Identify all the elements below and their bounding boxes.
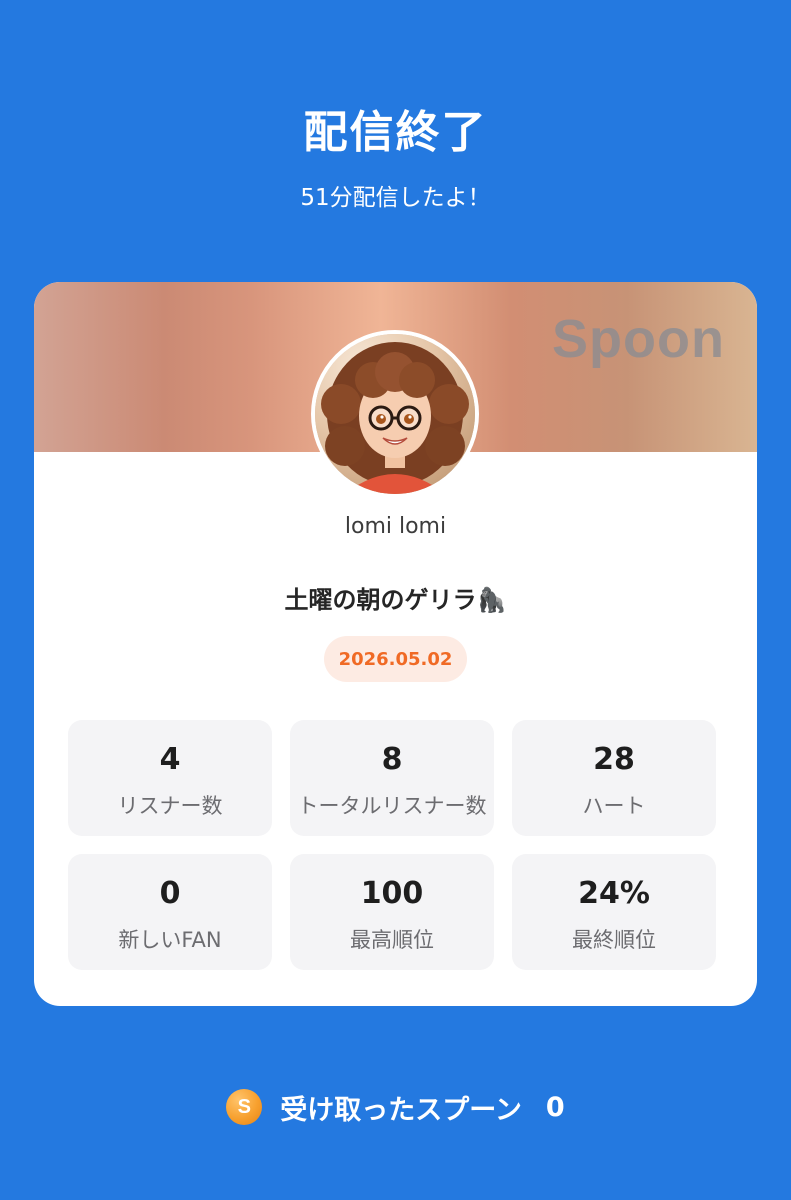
stat-label: 最高順位 (350, 928, 434, 952)
username: lomi lomi (344, 514, 447, 539)
broadcast-date: 2026.05.02 (324, 636, 467, 682)
spoon-coin-icon: S (226, 1089, 263, 1125)
stat-label: トータルリスナー数 (297, 794, 487, 818)
stat-value: 24% (578, 876, 650, 911)
stat-value: 28 (593, 742, 635, 777)
avatar[interactable] (311, 330, 479, 498)
received-spoons: S 受け取ったスプーン 0 (0, 1082, 791, 1132)
stat-highest-rank: 100 最高順位 (290, 854, 494, 970)
stat-value: 4 (159, 742, 181, 777)
stat-new-fans: 0 新しいFAN (68, 854, 272, 970)
stat-label: 新しいFAN (118, 928, 222, 952)
spoon-logo: Spoon (552, 309, 725, 369)
stat-value: 100 (360, 876, 424, 911)
summary-card: Spoon lomi lomi 土曜の朝のゲリラ🦍 2026.05.02 4 リ… (34, 282, 757, 1006)
stat-hearts: 28 ハート (512, 720, 716, 836)
received-spoons-label: 受け取ったスプーン (280, 1094, 522, 1126)
page-title: 配信終了 (303, 107, 488, 158)
stat-listeners: 4 リスナー数 (68, 720, 272, 836)
broadcast-duration: 51分配信したよ！ (300, 185, 491, 211)
received-spoons-count: 0 (545, 1091, 565, 1123)
stat-label: リスナー数 (117, 794, 223, 818)
stat-final-rank: 24% 最終順位 (512, 854, 716, 970)
broadcast-end-screen: 配信終了 51分配信したよ！ Spoon lomi lomi 土曜の朝のゲリラ🦍… (0, 0, 791, 1200)
stat-label: 最終順位 (572, 928, 656, 952)
date-text: 2026.05.02 (338, 648, 453, 670)
stat-value: 8 (381, 742, 403, 777)
broadcast-title: 土曜の朝のゲリラ🦍 (284, 586, 507, 614)
stat-label: ハート (582, 794, 646, 818)
stat-value: 0 (159, 876, 181, 911)
stat-total-listeners: 8 トータルリスナー数 (290, 720, 494, 836)
avatar-illustration (315, 334, 475, 494)
